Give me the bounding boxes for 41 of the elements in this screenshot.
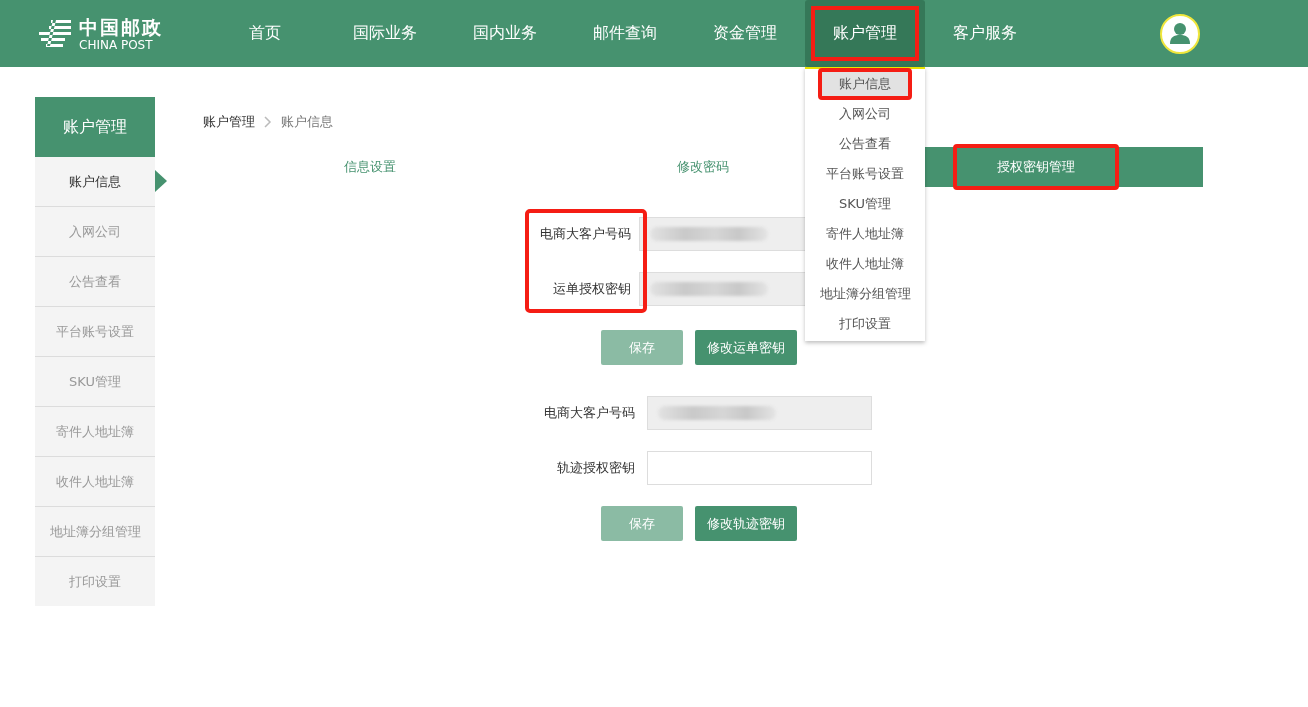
- menu-item[interactable]: 寄件人地址簿: [805, 219, 925, 249]
- nav-item[interactable]: 客户服务: [925, 0, 1045, 67]
- sidebar-item[interactable]: 入网公司: [35, 207, 155, 257]
- field-label: 轨迹授权密钥: [557, 459, 635, 477]
- input-field[interactable]: [647, 396, 872, 430]
- breadcrumb-link[interactable]: 账户管理: [203, 113, 255, 131]
- nav-item[interactable]: 首页: [205, 0, 325, 67]
- sidebar-item[interactable]: 打印设置: [35, 557, 155, 606]
- nav-item[interactable]: 邮件查询: [565, 0, 685, 67]
- sidebar-title: 账户管理: [35, 97, 155, 157]
- nav-item[interactable]: 账户管理: [805, 0, 925, 67]
- menu-item[interactable]: SKU管理: [805, 189, 925, 219]
- sidebar-item[interactable]: 账户信息: [35, 157, 155, 207]
- logo[interactable]: 中国邮政 CHINA POST: [37, 15, 205, 52]
- pointer-icon: [155, 170, 167, 192]
- sidebar-item[interactable]: 公告查看: [35, 257, 155, 307]
- logo-text: 中国邮政: [79, 15, 163, 38]
- edit-key-button[interactable]: 修改运单密钥: [695, 330, 797, 365]
- field-label: 电商大客户号码: [544, 404, 635, 422]
- sidebar-item[interactable]: 寄件人地址簿: [35, 407, 155, 457]
- field-label: 电商大客户号码: [540, 225, 631, 243]
- logo-subtext: CHINA POST: [79, 37, 154, 52]
- sidebar-item[interactable]: 收件人地址簿: [35, 457, 155, 507]
- breadcrumb-link[interactable]: 账户信息: [281, 113, 333, 131]
- input-field[interactable]: [647, 451, 872, 485]
- menu-item[interactable]: 收件人地址簿: [805, 249, 925, 279]
- menu-item[interactable]: 账户信息: [819, 69, 911, 99]
- edit-key-button[interactable]: 修改轨迹密钥: [695, 506, 797, 541]
- sidebar-item[interactable]: 平台账号设置: [35, 307, 155, 357]
- field-label: 运单授权密钥: [553, 280, 631, 298]
- menu-item[interactable]: 地址簿分组管理: [805, 279, 925, 309]
- menu-item[interactable]: 打印设置: [805, 309, 925, 339]
- nav-item[interactable]: 资金管理: [685, 0, 805, 67]
- chevron-right-icon: [264, 116, 272, 128]
- nav-item[interactable]: 国内业务: [445, 0, 565, 67]
- menu-item[interactable]: 入网公司: [805, 99, 925, 129]
- user-avatar-icon[interactable]: [1160, 13, 1200, 54]
- sidebar-item[interactable]: 地址簿分组管理: [35, 507, 155, 557]
- nav-item[interactable]: 国际业务: [325, 0, 445, 67]
- sidebar-item[interactable]: SKU管理: [35, 357, 155, 407]
- tab[interactable]: 信息设置: [203, 147, 537, 187]
